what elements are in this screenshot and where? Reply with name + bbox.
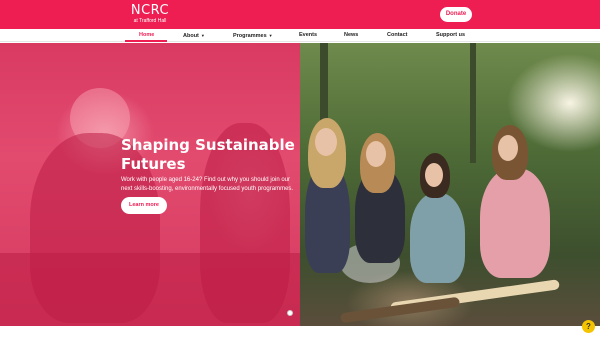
nav-support-us[interactable]: Support us: [436, 29, 465, 42]
page-bottom: [0, 326, 600, 338]
hero-photo: [300, 43, 600, 326]
accessibility-help-icon[interactable]: ?: [582, 320, 595, 333]
person-face: [425, 163, 443, 187]
person: [410, 193, 465, 283]
nav-news[interactable]: News: [344, 29, 358, 42]
top-header: NCRC at Trafford Hall Donate: [0, 0, 600, 29]
person-face: [498, 135, 518, 161]
logo-subtitle: at Trafford Hall: [133, 18, 167, 24]
nav-events-label: Events: [299, 32, 318, 38]
site-logo[interactable]: NCRC at Trafford Hall: [128, 3, 172, 25]
logo-title: NCRC: [130, 3, 170, 18]
nav-about-label: About: [183, 33, 199, 39]
hero-banner: Shaping Sustainable Futures Work with pe…: [0, 43, 600, 326]
carousel-dot[interactable]: [287, 310, 293, 316]
nav-support-us-label: Support us: [436, 32, 466, 38]
tree-trunk: [470, 43, 476, 163]
nav-about[interactable]: About ▼: [183, 29, 205, 42]
active-nav-indicator: [125, 40, 167, 42]
learn-more-button[interactable]: Learn more: [121, 197, 167, 214]
nav-programmes-label: Programmes: [233, 33, 267, 39]
nav-news-label: News: [344, 32, 359, 38]
donate-button[interactable]: Donate: [440, 7, 472, 22]
nav-programmes[interactable]: Programmes ▼: [233, 29, 273, 42]
person-face: [366, 141, 386, 167]
person-face: [315, 128, 337, 156]
nav-contact[interactable]: Contact: [387, 29, 407, 42]
hero-title: Shaping Sustainable Futures: [121, 136, 295, 173]
nav-events[interactable]: Events: [299, 29, 317, 42]
main-navigation: Home About ▼ Programmes ▼ Events News Cont…: [0, 29, 600, 42]
chevron-down-icon: ▼: [200, 33, 205, 38]
nav-home-label: Home: [139, 32, 155, 38]
chevron-down-icon: ▼: [268, 33, 273, 38]
nav-contact-label: Contact: [387, 32, 408, 38]
person: [480, 168, 550, 278]
hero-description: Work with people aged 16-24? Find out wh…: [121, 177, 294, 192]
ground-shadow: [0, 253, 300, 326]
